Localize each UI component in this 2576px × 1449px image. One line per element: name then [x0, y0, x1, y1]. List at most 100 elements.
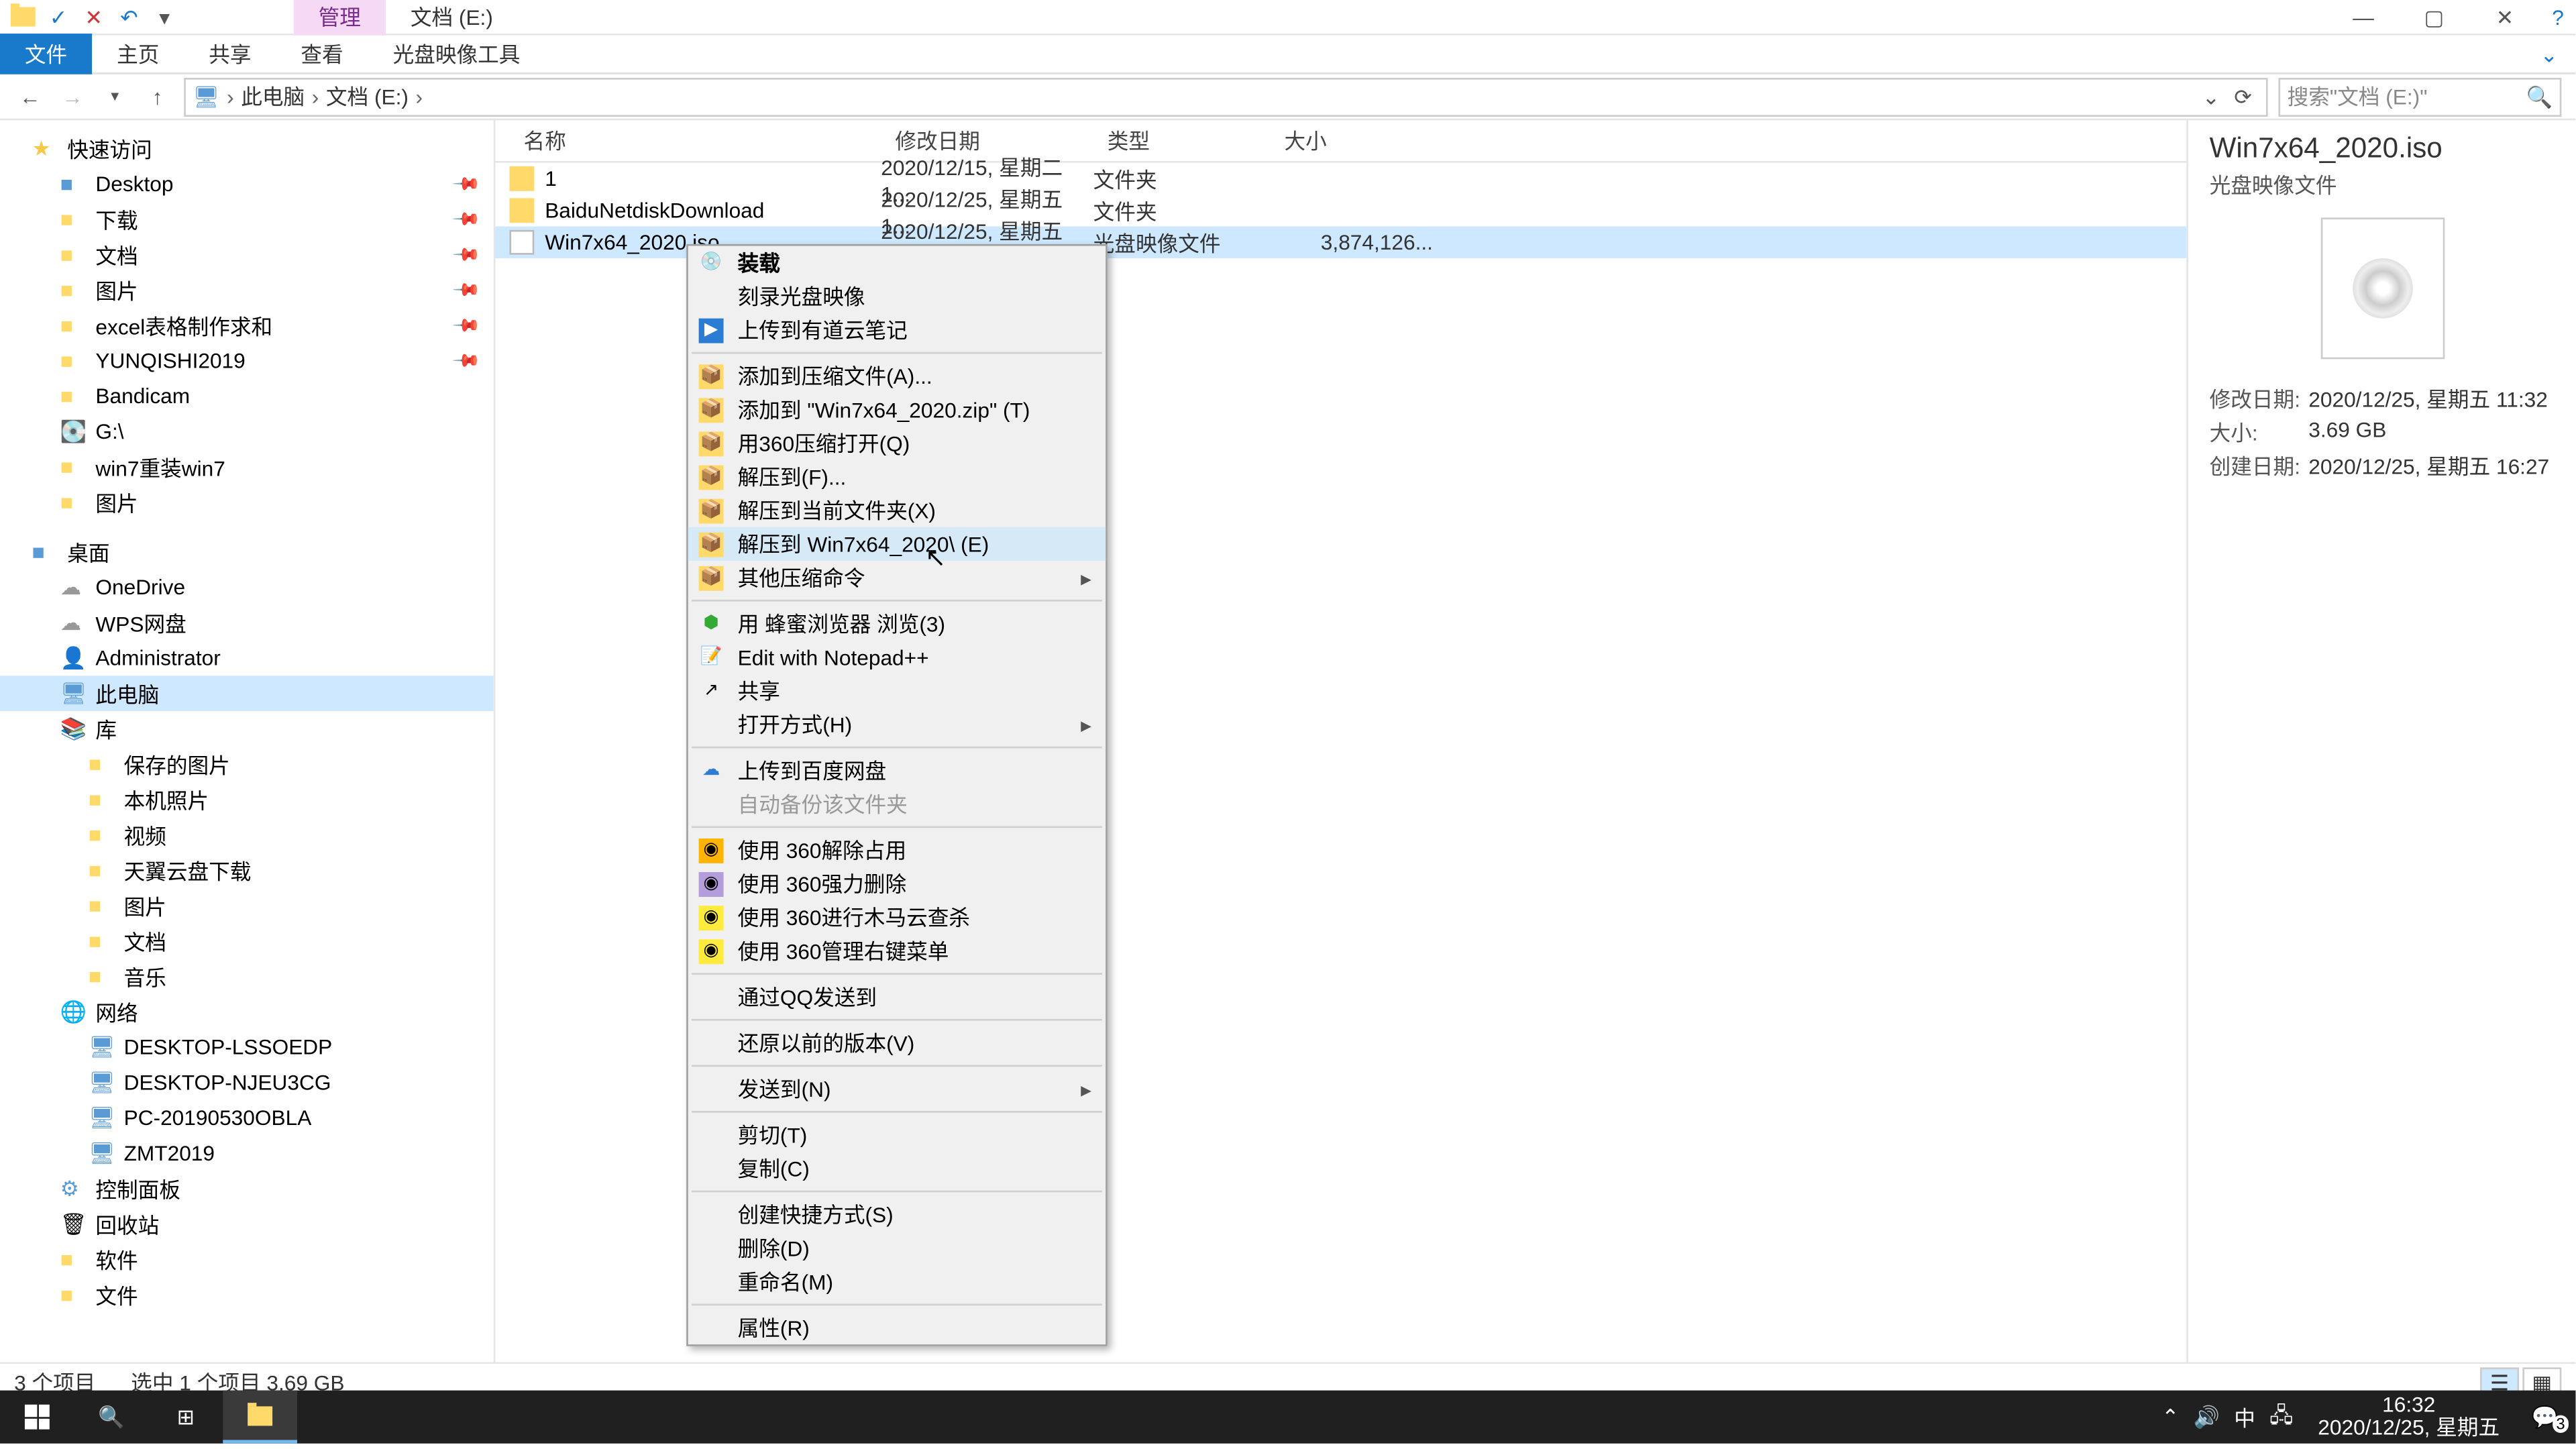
tree-desktop[interactable]: ■Desktop📌 — [0, 166, 494, 202]
up-button[interactable]: ↑ — [142, 80, 173, 112]
qat-undo-icon[interactable]: ↶ — [113, 1, 145, 32]
tree-docs[interactable]: ■文档📌 — [0, 237, 494, 272]
cm-copy[interactable]: 复制(C) — [688, 1152, 1106, 1185]
ribbon-iso-tools[interactable]: 光盘映像工具 — [368, 34, 545, 74]
cm-extract-folder[interactable]: 📦解压到 Win7x64_2020\ (E) — [688, 527, 1106, 561]
action-center-button[interactable]: 💬3 — [2524, 1405, 2565, 1430]
cm-restore-version[interactable]: 还原以前的版本(V) — [688, 1026, 1106, 1059]
cm-extract-to[interactable]: 📦解压到(F)... — [688, 460, 1106, 494]
cm-other-compress[interactable]: 📦其他压缩命令▸ — [688, 561, 1106, 594]
address-bar[interactable]: 🖥 › 此电脑 › 文档 (E:) › ⌄ ⟳ — [184, 77, 2267, 116]
tree-this-pc[interactable]: 🖥此电脑 — [0, 676, 494, 711]
cm-notepad-pp[interactable]: 📝Edit with Notepad++ — [688, 641, 1106, 674]
cm-360-menu[interactable]: ◉使用 360管理右键菜单 — [688, 934, 1106, 967]
tree-pics2[interactable]: ■图片 — [0, 485, 494, 521]
tree-docs2[interactable]: ■文档 — [0, 924, 494, 959]
cm-youdao[interactable]: ▶上传到有道云笔记 — [688, 313, 1106, 347]
tree-admin[interactable]: 👤Administrator — [0, 641, 494, 676]
tree-pc1[interactable]: 🖥DESKTOP-LSSOEDP — [0, 1030, 494, 1065]
tree-libraries[interactable]: 📚库 — [0, 711, 494, 747]
task-view-button[interactable]: ⊞ — [149, 1391, 223, 1444]
ribbon-share[interactable]: 共享 — [184, 34, 276, 74]
cm-open-360[interactable]: 📦用360压缩打开(Q) — [688, 427, 1106, 460]
tree-pc4[interactable]: 🖥ZMT2019 — [0, 1136, 494, 1171]
ribbon-view[interactable]: 查看 — [276, 34, 368, 74]
cm-bee-browser[interactable]: ⬢用 蜂蜜浏览器 浏览(3) — [688, 606, 1106, 640]
cm-delete[interactable]: 删除(D) — [688, 1231, 1106, 1265]
col-name[interactable]: 名称 — [509, 125, 881, 156]
cm-add-zip[interactable]: 📦添加到 "Win7x64_2020.zip" (T) — [688, 392, 1106, 426]
minimize-button[interactable]: — — [2328, 0, 2398, 34]
cm-open-with[interactable]: 打开方式(H)▸ — [688, 708, 1106, 741]
tree-win7[interactable]: ■win7重装win7 — [0, 449, 494, 485]
search-input[interactable]: 搜索"文档 (E:)" 🔍 — [2278, 77, 2561, 116]
cm-360-unlock[interactable]: ◉使用 360解除占用 — [688, 833, 1106, 867]
cm-qq-send[interactable]: 通过QQ发送到 — [688, 980, 1106, 1014]
tree-pc2[interactable]: 🖥DESKTOP-NJEU3CG — [0, 1065, 494, 1100]
qat-check-icon[interactable]: ✓ — [42, 1, 74, 32]
tree-onedrive[interactable]: ☁OneDrive — [0, 570, 494, 605]
cm-baidu[interactable]: ☁上传到百度网盘 — [688, 753, 1106, 787]
close-button[interactable]: ✕ — [2469, 0, 2540, 34]
network-icon[interactable]: 🖧 — [2269, 1399, 2293, 1436]
tab-manage[interactable]: 管理 — [294, 0, 386, 36]
folder-up-icon[interactable] — [7, 1, 39, 32]
cm-360-scan[interactable]: ◉使用 360进行木马云查杀 — [688, 900, 1106, 934]
qat-dropdown-icon[interactable]: ▾ — [149, 1, 180, 32]
cm-properties[interactable]: 属性(R) — [688, 1311, 1106, 1344]
tree-network[interactable]: 🌐网络 — [0, 994, 494, 1030]
cm-add-archive[interactable]: 📦添加到压缩文件(A)... — [688, 359, 1106, 392]
col-type[interactable]: 类型 — [1093, 125, 1271, 156]
file-row[interactable]: 1 2020/12/15, 星期二 1... 文件夹 — [495, 163, 2186, 195]
tree-wps[interactable]: ☁WPS网盘 — [0, 605, 494, 641]
cm-burn[interactable]: 刻录光盘映像 — [688, 280, 1106, 313]
tree-g-drive[interactable]: 💽G:\ — [0, 414, 494, 449]
maximize-button[interactable]: ▢ — [2399, 0, 2469, 34]
tree-excel[interactable]: ■excel表格制作求和📌 — [0, 308, 494, 343]
history-dropdown[interactable]: ▾ — [99, 80, 131, 112]
cm-shortcut[interactable]: 创建快捷方式(S) — [688, 1197, 1106, 1231]
help-icon[interactable]: ? — [2540, 0, 2576, 34]
file-row[interactable]: BaiduNetdiskDownload 2020/12/25, 星期五 1..… — [495, 195, 2186, 226]
ime-indicator[interactable]: 中 — [2234, 1402, 2255, 1432]
explorer-taskbar-button[interactable] — [223, 1391, 297, 1444]
crumb-drive[interactable]: 文档 (E:) — [326, 81, 409, 111]
refresh-icon[interactable]: ⟳ — [2227, 84, 2259, 109]
tree-pics3[interactable]: ■图片 — [0, 888, 494, 924]
back-button[interactable]: ← — [14, 80, 46, 112]
tree-downloads[interactable]: ■下载📌 — [0, 202, 494, 237]
ribbon-home[interactable]: 主页 — [92, 34, 184, 74]
tree-music[interactable]: ■音乐 — [0, 959, 494, 994]
cm-360-delete[interactable]: ◉使用 360强力删除 — [688, 867, 1106, 900]
tree-yun[interactable]: ■YUNQISHI2019📌 — [0, 343, 494, 379]
cm-share[interactable]: ↗共享 — [688, 674, 1106, 708]
tree-tywp[interactable]: ■天翼云盘下载 — [0, 853, 494, 888]
tray-expand-icon[interactable]: ⌃ — [2161, 1405, 2180, 1430]
col-size[interactable]: 大小 — [1270, 125, 1447, 156]
tree-video[interactable]: ■视频 — [0, 817, 494, 853]
qat-close-icon[interactable]: ✕ — [78, 1, 109, 32]
tree-soft[interactable]: ■软件 — [0, 1242, 494, 1277]
tree-pc3[interactable]: 🖥PC-20190530OBLA — [0, 1100, 494, 1136]
cm-extract-here[interactable]: 📦解压到当前文件夹(X) — [688, 494, 1106, 527]
tree-bandicam[interactable]: ■Bandicam — [0, 378, 494, 414]
ribbon-file[interactable]: 文件 — [0, 34, 92, 74]
tree-desktop2[interactable]: ■桌面 — [0, 534, 494, 570]
tree-files[interactable]: ■文件 — [0, 1277, 494, 1313]
clock[interactable]: 16:32 2020/12/25, 星期五 — [2307, 1394, 2510, 1440]
crumb-pc[interactable]: 此电脑 — [241, 81, 305, 111]
navigation-tree[interactable]: ★快速访问 ■Desktop📌 ■下载📌 ■文档📌 ■图片📌 ■excel表格制… — [0, 120, 495, 1362]
tree-pics[interactable]: ■图片📌 — [0, 272, 494, 308]
tree-quick-access[interactable]: ★快速访问 — [0, 131, 494, 166]
tree-control-panel[interactable]: ⚙控制面板 — [0, 1171, 494, 1207]
cm-cut[interactable]: 剪切(T) — [688, 1118, 1106, 1152]
cm-rename[interactable]: 重命名(M) — [688, 1265, 1106, 1298]
ribbon-expand-icon[interactable]: ⌄ — [2540, 42, 2576, 66]
volume-icon[interactable]: 🔊 — [2194, 1405, 2220, 1430]
addr-dropdown-icon[interactable]: ⌄ — [2202, 84, 2220, 109]
tree-saved-pics[interactable]: ■保存的图片 — [0, 747, 494, 782]
tree-local-pics[interactable]: ■本机照片 — [0, 782, 494, 818]
start-button[interactable] — [0, 1391, 74, 1444]
cm-mount[interactable]: 💿装载 — [688, 246, 1106, 280]
tree-recycle[interactable]: 🗑回收站 — [0, 1206, 494, 1242]
